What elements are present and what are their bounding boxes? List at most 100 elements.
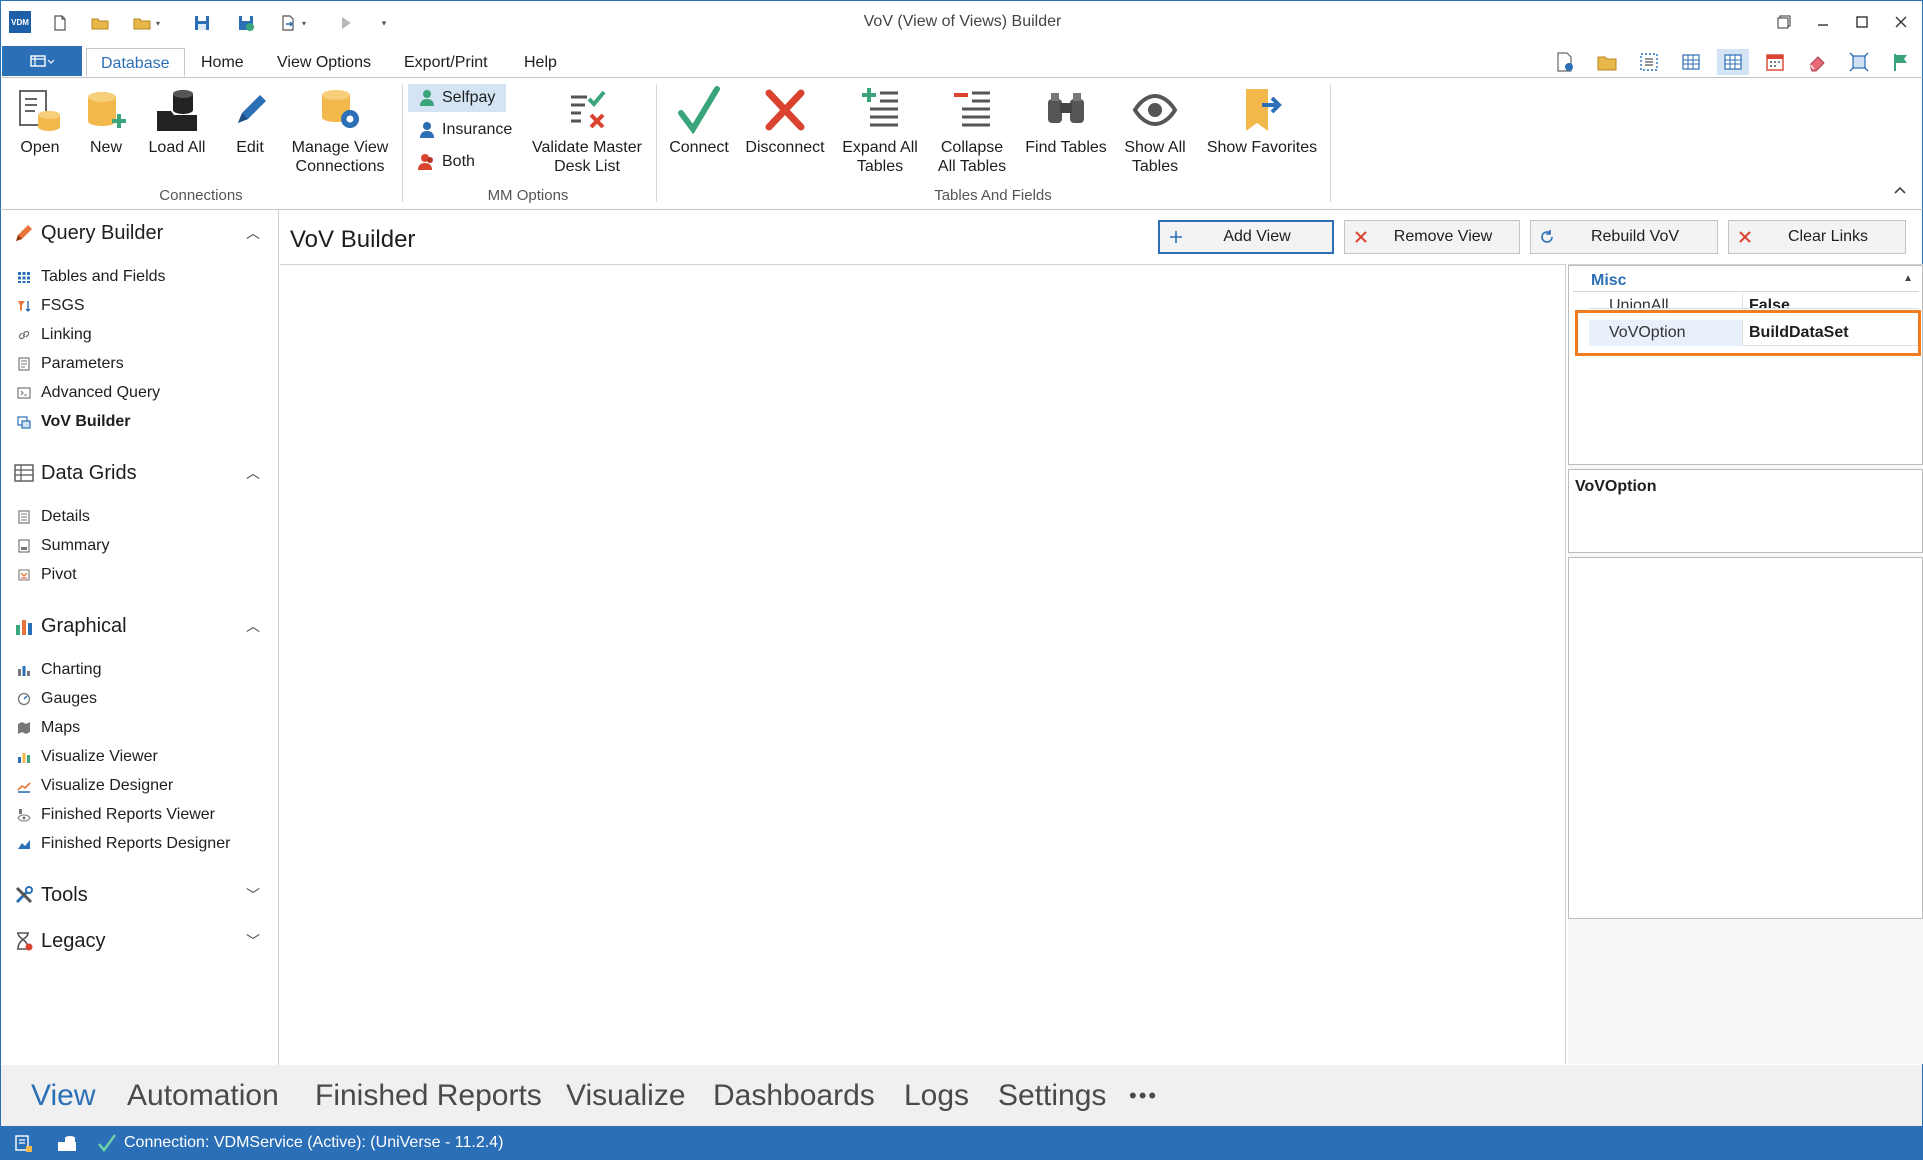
chevron-down-icon[interactable]: ﹀ <box>246 885 260 905</box>
open-recent-icon[interactable] <box>131 12 153 34</box>
server-status-icon[interactable] <box>12 1132 34 1154</box>
save-icon[interactable] <box>191 12 213 34</box>
sidebar-item-summary[interactable]: Summary <box>17 534 267 558</box>
connect-button[interactable]: Connect <box>667 84 731 157</box>
manage-view-connections-button[interactable]: Manage View Connections <box>290 84 390 176</box>
chevron-down-icon[interactable]: ▾ <box>153 12 163 34</box>
nav-view[interactable]: View <box>31 1079 95 1113</box>
add-view-button[interactable]: Add View <box>1158 220 1334 254</box>
section-tools[interactable]: Tools ﹀ <box>13 880 268 910</box>
section-data-grids[interactable]: Data Grids ︿ <box>13 458 268 488</box>
sidebar-item-label: Finished Reports Designer <box>41 835 231 852</box>
collapse-ribbon-icon[interactable] <box>1890 182 1910 202</box>
application-menu-button[interactable] <box>2 46 82 76</box>
tile-view-icon[interactable] <box>1717 49 1749 75</box>
tab-export-print[interactable]: Export/Print <box>390 48 502 77</box>
validate-master-desk-list-button[interactable]: Validate Master Desk List <box>529 84 645 176</box>
nav-logs[interactable]: Logs <box>904 1079 969 1113</box>
nav-visualize[interactable]: Visualize <box>566 1079 686 1113</box>
sidebar-item-parameters[interactable]: Parameters <box>17 352 267 376</box>
section-query-builder[interactable]: Query Builder ︿ <box>13 218 268 248</box>
property-row-unionall[interactable]: UnionAll False <box>1589 293 1919 309</box>
property-category-misc[interactable]: Misc ▲ <box>1573 270 1919 292</box>
nav-finished-reports[interactable]: Finished Reports <box>315 1079 542 1113</box>
collapse-all-tables-button[interactable]: Collapse All Tables <box>931 84 1013 176</box>
chevron-down-icon[interactable]: ▾ <box>299 12 309 34</box>
sidebar-item-visualize-viewer[interactable]: Visualize Viewer <box>17 745 267 769</box>
nav-automation[interactable]: Automation <box>127 1079 279 1113</box>
sidebar-item-finished-reports-designer[interactable]: Finished Reports Designer <box>17 832 267 856</box>
sidebar-item-pivot[interactable]: Pivot <box>17 563 267 587</box>
section-legacy[interactable]: Legacy ﹀ <box>13 926 268 956</box>
sidebar-item-linking[interactable]: Linking <box>17 323 267 347</box>
calendar-icon[interactable] <box>1759 49 1791 75</box>
chevron-up-icon[interactable]: ︿ <box>246 223 260 243</box>
red-x-icon <box>760 84 810 136</box>
sidebar-item-vov-builder[interactable]: VoV Builder <box>17 410 267 434</box>
open-button[interactable]: Open <box>15 84 65 157</box>
new-file-icon[interactable] <box>49 12 71 34</box>
eraser-icon[interactable] <box>1801 49 1833 75</box>
close-icon[interactable] <box>1884 9 1918 35</box>
run-icon[interactable] <box>335 12 357 34</box>
export-icon[interactable] <box>277 12 299 34</box>
select-all-icon[interactable] <box>1633 49 1665 75</box>
show-all-tables-button[interactable]: Show All Tables <box>1119 84 1191 176</box>
chart-icon <box>17 663 31 677</box>
chevron-up-icon[interactable]: ︿ <box>246 463 260 483</box>
disconnect-button[interactable]: Disconnect <box>743 84 827 157</box>
customize-toolbar-icon[interactable]: ▾ <box>377 12 391 34</box>
new-button[interactable]: New <box>81 84 131 157</box>
new-document-settings-icon[interactable] <box>1549 49 1581 75</box>
tab-help[interactable]: Help <box>510 48 571 77</box>
sidebar-item-tables-and-fields[interactable]: Tables and Fields <box>17 265 267 289</box>
collapse-arrow-icon[interactable]: ▲ <box>1903 273 1913 284</box>
database-status-icon[interactable] <box>56 1132 78 1154</box>
app-logo[interactable]: VDM <box>9 11 31 33</box>
tab-home[interactable]: Home <box>187 48 258 77</box>
collapse-all-label-1: Collapse <box>940 139 1004 156</box>
sidebar-item-details[interactable]: Details <box>17 505 267 529</box>
chevron-down-icon[interactable]: ﹀ <box>246 931 260 951</box>
minimize-icon[interactable] <box>1806 9 1840 35</box>
sidebar-item-label: Parameters <box>41 355 124 372</box>
folder-icon[interactable] <box>1591 49 1623 75</box>
x-icon <box>1735 227 1755 247</box>
sidebar-item-maps[interactable]: Maps <box>17 716 267 740</box>
mm-option-selfpay[interactable]: Selfpay <box>408 84 506 112</box>
data-grid-icon <box>14 464 34 482</box>
nav-settings[interactable]: Settings <box>998 1079 1106 1113</box>
edit-button[interactable]: Edit <box>225 84 275 157</box>
nav-more[interactable]: ••• <box>1129 1083 1158 1109</box>
sidebar-item-gauges[interactable]: Gauges <box>17 687 267 711</box>
sidebar-item-fsgs[interactable]: FSGS <box>17 294 267 318</box>
find-tables-button[interactable]: Find Tables <box>1021 84 1111 157</box>
save-all-icon[interactable] <box>235 12 257 34</box>
vov-design-canvas[interactable] <box>280 264 1566 1064</box>
tab-view-options[interactable]: View Options <box>263 48 385 77</box>
grid-view-icon[interactable] <box>1675 49 1707 75</box>
property-value[interactable]: False <box>1743 293 1919 308</box>
show-favorites-button[interactable]: Show Favorites <box>1203 84 1321 157</box>
chevron-up-icon[interactable]: ︿ <box>246 616 260 636</box>
mm-option-insurance[interactable]: Insurance <box>408 116 520 144</box>
flag-icon[interactable] <box>1885 49 1917 75</box>
nav-dashboards[interactable]: Dashboards <box>713 1079 875 1113</box>
mm-option-both[interactable]: Both <box>408 148 488 176</box>
rebuild-vov-button[interactable]: Rebuild VoV <box>1530 220 1718 254</box>
sidebar-item-finished-reports-viewer[interactable]: Finished Reports Viewer <box>17 803 267 827</box>
maximize-icon[interactable] <box>1845 9 1879 35</box>
restore-down-icon[interactable] <box>1767 9 1801 35</box>
fit-to-screen-icon[interactable] <box>1843 49 1875 75</box>
sidebar-item-advanced-query[interactable]: Advanced Query <box>17 381 267 405</box>
expand-all-tables-button[interactable]: Expand All Tables <box>837 84 923 176</box>
remove-view-button[interactable]: Remove View <box>1344 220 1520 254</box>
tab-database[interactable]: Database <box>86 48 185 77</box>
open-folder-icon[interactable] <box>89 12 111 34</box>
sidebar-item-visualize-designer[interactable]: Visualize Designer <box>17 774 267 798</box>
section-graphical[interactable]: Graphical ︿ <box>13 611 268 641</box>
sidebar-item-charting[interactable]: Charting <box>17 658 267 682</box>
sidebar-item-label: Linking <box>41 326 92 343</box>
clear-links-button[interactable]: Clear Links <box>1728 220 1906 254</box>
load-all-button[interactable]: Load All <box>145 84 209 157</box>
